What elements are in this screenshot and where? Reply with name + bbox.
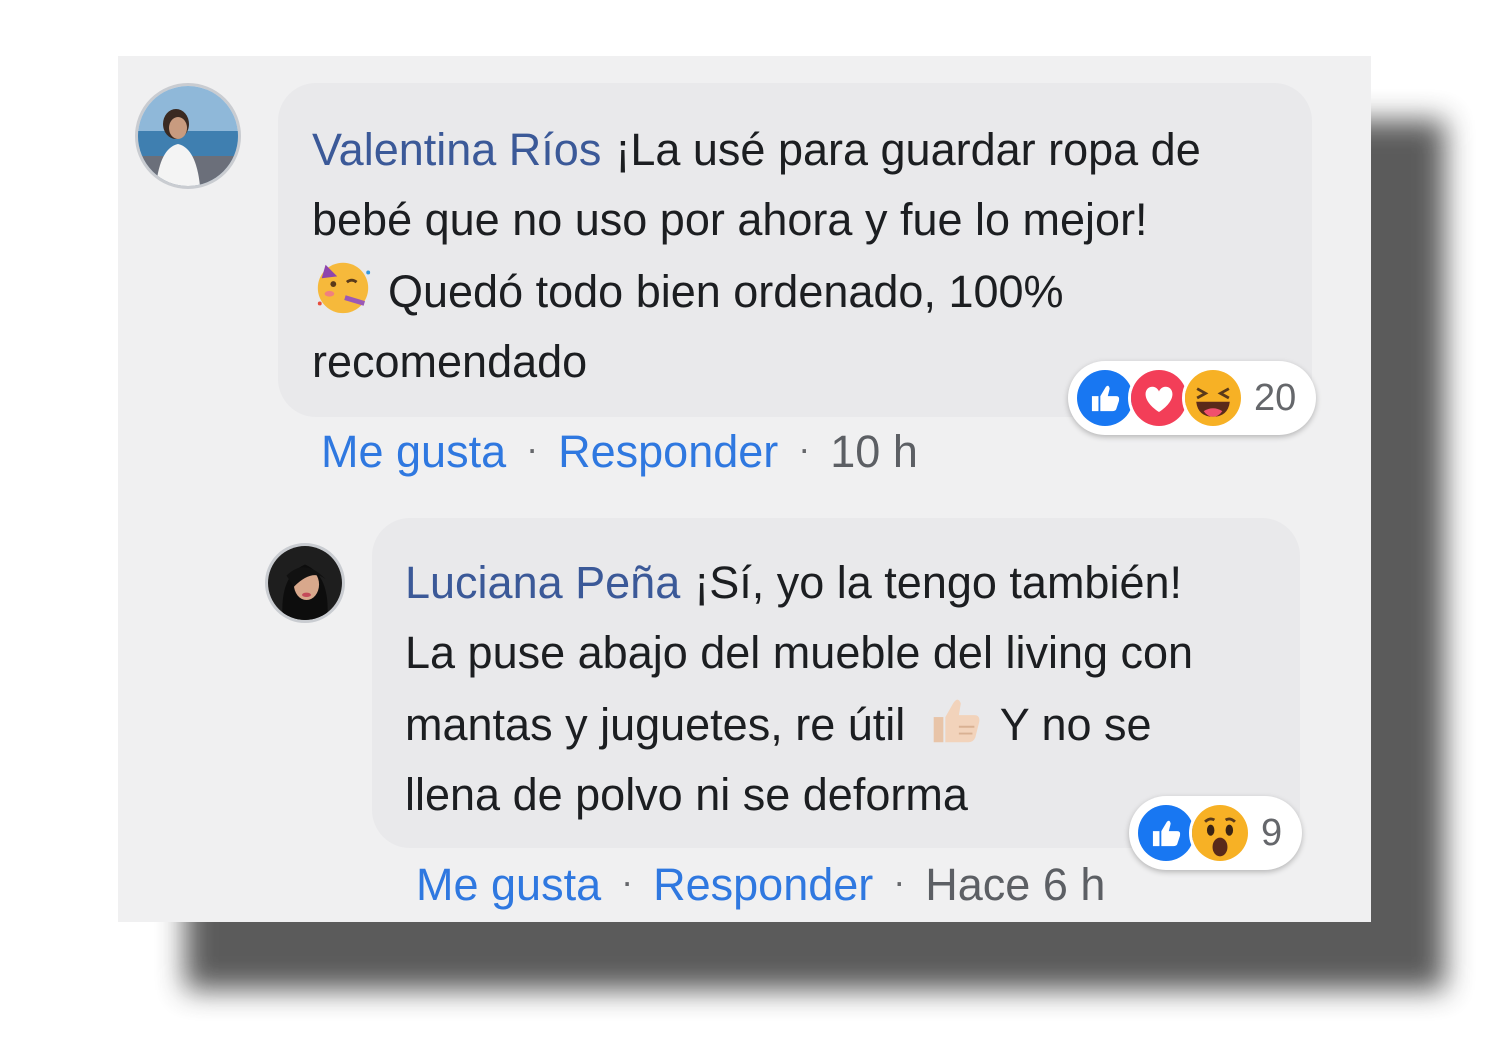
comment-line: La puse abajo del mueble del living con xyxy=(405,627,1194,678)
comment-author[interactable]: Luciana Peña xyxy=(405,557,680,608)
reaction-count: 9 xyxy=(1261,811,1283,854)
separator: · xyxy=(621,861,634,902)
comment-timestamp[interactable]: 10 h xyxy=(830,426,918,477)
avatar-valentina[interactable] xyxy=(135,83,241,189)
reactions-summary[interactable]: 9 xyxy=(1129,796,1302,870)
like-icon xyxy=(1135,802,1197,864)
wow-icon xyxy=(1189,802,1251,864)
love-icon xyxy=(1128,367,1190,429)
avatar-luciana[interactable] xyxy=(265,543,345,623)
separator: · xyxy=(798,428,811,469)
like-icon xyxy=(1074,367,1136,429)
partying-face-icon xyxy=(312,255,374,317)
haha-icon xyxy=(1182,367,1244,429)
comments-panel: Valentina Ríos ¡La usé para guardar ropa … xyxy=(118,56,1371,922)
avatar-photo-icon xyxy=(268,546,342,620)
comment-author[interactable]: Valentina Ríos xyxy=(312,124,601,175)
comment-line: ¡Sí, yo la tengo también! xyxy=(694,557,1183,608)
comment-line: llena de polvo ni se deforma xyxy=(405,769,968,820)
comment-actions: Me gusta · Responder · 10 h xyxy=(321,426,918,478)
separator: · xyxy=(893,861,906,902)
comment-line: recomendado xyxy=(312,336,588,387)
reaction-count: 20 xyxy=(1254,376,1297,419)
comment-actions: Me gusta · Responder · Hace 6 h xyxy=(416,859,1105,911)
comment-line: Quedó todo bien ordenado, 100% xyxy=(388,266,1064,317)
reply-link[interactable]: Responder xyxy=(653,859,873,910)
comment-timestamp[interactable]: Hace 6 h xyxy=(925,859,1105,910)
separator: · xyxy=(526,428,539,469)
thumbs-up-icon xyxy=(924,688,986,750)
comment-line: Y no se xyxy=(999,699,1152,750)
like-link[interactable]: Me gusta xyxy=(321,426,506,477)
comment-line: bebé que no uso por ahora y fue lo mejor… xyxy=(312,194,1148,245)
reactions-summary[interactable]: 20 xyxy=(1068,361,1316,435)
comment-line: ¡La usé para guardar ropa de xyxy=(615,124,1201,175)
comment-line: mantas y juguetes, re útil xyxy=(405,699,906,750)
comment-text: Valentina Ríos ¡La usé para guardar ropa … xyxy=(312,115,1312,397)
avatar-photo-icon xyxy=(138,86,238,186)
like-link[interactable]: Me gusta xyxy=(416,859,601,910)
comment-text: Luciana Peña ¡Sí, yo la tengo también! La… xyxy=(405,548,1300,830)
reply-link[interactable]: Responder xyxy=(558,426,778,477)
